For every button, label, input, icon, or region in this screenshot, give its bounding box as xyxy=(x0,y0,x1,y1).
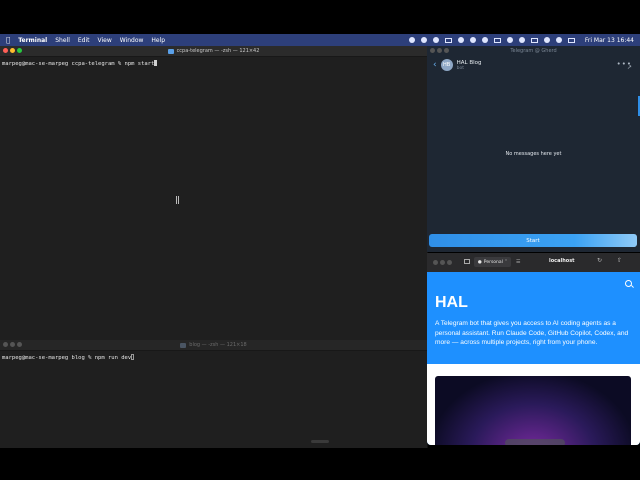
menu-app-name[interactable]: Terminal xyxy=(18,37,47,44)
page-description: A Telegram bot that gives you access to … xyxy=(435,320,629,346)
battery-icon[interactable] xyxy=(530,37,538,43)
terminal-bottom-title: blog — -zsh — 121×18 xyxy=(189,342,247,348)
status-icon-4[interactable] xyxy=(444,37,452,43)
chat-header: ‹ HB HAL Blog bot ••• xyxy=(427,56,640,74)
window-controls-inactive xyxy=(433,260,452,265)
window-controls-inactive xyxy=(3,342,22,347)
control-center-icon[interactable] xyxy=(567,37,575,43)
reload-icon[interactable]: ↻ xyxy=(597,257,602,264)
minimize-button[interactable] xyxy=(437,48,442,53)
minimize-button[interactable] xyxy=(10,342,15,347)
status-area: Fri Mar 13 16:44 xyxy=(408,37,634,44)
close-button[interactable] xyxy=(433,260,438,265)
close-button[interactable] xyxy=(3,48,8,53)
minimize-button[interactable] xyxy=(440,260,445,265)
terminal-window-bottom[interactable]: blog — -zsh — 121×18 marpeg@mac-se-marpe… xyxy=(0,340,428,448)
menu-shell[interactable]: Shell xyxy=(55,37,70,44)
zoom-button[interactable] xyxy=(444,48,449,53)
person-icon: ● xyxy=(477,259,482,265)
chat-status: bot xyxy=(456,65,464,71)
status-icon-7[interactable] xyxy=(481,37,488,43)
zoom-button[interactable] xyxy=(447,260,452,265)
browser-window[interactable]: ● Personal ˅ ☰ localhost ↻ ⇧ HAL A Teleg… xyxy=(427,253,640,445)
terminal-bottom-prompt: marpeg@mac-se-marpeg blog % npm run dev xyxy=(2,355,132,361)
profile-label: Personal xyxy=(483,259,503,265)
terminal-top-title: ccpa-telegram — -zsh — 121×42 xyxy=(176,48,260,54)
chat-name: HAL Blog xyxy=(456,59,482,66)
terminal-cursor xyxy=(154,60,158,66)
close-button[interactable] xyxy=(3,342,8,347)
expand-icon[interactable]: ↗ xyxy=(627,64,632,71)
page-title: HAL xyxy=(435,294,468,311)
terminal-bottom-output[interactable]: marpeg@mac-se-marpeg blog % npm run dev xyxy=(0,351,427,364)
folder-icon xyxy=(180,342,187,348)
terminal-bottom-titlebar[interactable]: blog — -zsh — 121×18 xyxy=(0,340,427,351)
status-icon-1[interactable] xyxy=(408,37,415,43)
telegram-window[interactable]: Telegram @ Gherd ‹ HB HAL Blog bot ••• ↗… xyxy=(427,46,640,252)
sidebar-toggle-icon[interactable] xyxy=(464,259,470,264)
minimize-button[interactable] xyxy=(10,48,15,53)
chat-info[interactable]: HAL Blog bot xyxy=(457,60,482,71)
menu-view[interactable]: View xyxy=(97,37,111,44)
telegram-titlebar[interactable]: Telegram @ Gherd xyxy=(427,46,640,56)
menu-help[interactable]: Help xyxy=(151,37,165,44)
start-button[interactable]: Start xyxy=(429,234,637,247)
profile-selector[interactable]: ● Personal ˅ xyxy=(474,257,511,267)
browser-toolbar: ● Personal ˅ ☰ localhost ↻ ⇧ xyxy=(427,253,640,272)
search-icon[interactable] xyxy=(625,280,632,287)
address-bar[interactable]: localhost xyxy=(549,258,575,264)
menu-clock[interactable]: Fri Mar 13 16:44 xyxy=(585,37,634,44)
hero-image xyxy=(435,376,631,445)
terminal-top-titlebar[interactable]: ccpa-telegram — -zsh — 121×42 xyxy=(0,46,427,57)
menu-edit[interactable]: Edit xyxy=(78,37,90,44)
search-icon[interactable] xyxy=(555,37,562,43)
status-icon-3[interactable] xyxy=(432,37,439,43)
terminal-top-prompt: marpeg@mac-se-marpeg ccpa-telegram % npm… xyxy=(2,61,155,67)
bluetooth-icon[interactable] xyxy=(506,37,513,43)
close-button[interactable] xyxy=(430,48,435,53)
share-icon[interactable]: ⇧ xyxy=(617,257,622,264)
terminal-top-output[interactable]: marpeg@mac-se-marpeg ccpa-telegram % npm… xyxy=(0,57,427,70)
window-controls-inactive xyxy=(430,48,449,53)
avatar-initials: HB xyxy=(443,62,451,68)
zoom-button[interactable] xyxy=(17,342,22,347)
empty-chat-text: No messages here yet xyxy=(505,151,562,157)
telegram-window-title: Telegram @ Gherd xyxy=(510,48,557,54)
terminal-cursor-inactive xyxy=(131,354,135,360)
avatar[interactable]: HB xyxy=(440,59,453,71)
apple-icon[interactable]:  xyxy=(6,36,10,44)
window-controls xyxy=(3,48,22,53)
ibeam-cursor-icon xyxy=(176,196,179,204)
folder-icon xyxy=(167,48,174,54)
cloud-icon[interactable] xyxy=(469,37,476,43)
menu-window[interactable]: Window xyxy=(120,37,144,44)
status-icon-2[interactable] xyxy=(420,37,427,43)
zoom-button[interactable] xyxy=(17,48,22,53)
wifi-icon[interactable] xyxy=(543,37,550,43)
menu-bar:  Terminal Shell Edit View Window Help F… xyxy=(0,34,640,46)
terminal-window-top[interactable]: ccpa-telegram — -zsh — 121×42 marpeg@mac… xyxy=(0,46,428,340)
tab-overview-icon[interactable]: ☰ xyxy=(516,259,520,265)
status-icon-8[interactable] xyxy=(493,37,501,43)
status-icon-5[interactable] xyxy=(457,37,464,43)
back-icon[interactable]: ‹ xyxy=(433,60,437,70)
chevron-down-icon: ˅ xyxy=(504,259,508,265)
resize-handle[interactable] xyxy=(311,440,329,443)
status-icon-10[interactable] xyxy=(518,37,525,43)
